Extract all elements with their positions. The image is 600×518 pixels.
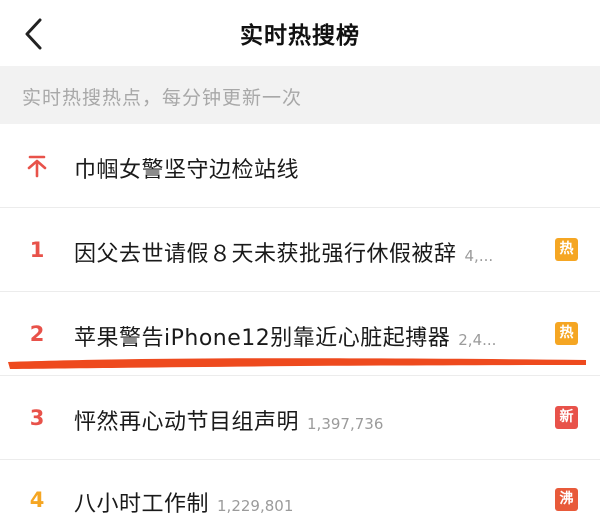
list-item-pinned[interactable]: 巾帼女警坚守边检站线 xyxy=(0,124,600,208)
topic-text: 八小时工作制 xyxy=(74,492,210,517)
heat-count: 1,397,736 xyxy=(307,415,384,433)
topic-text: 苹果警告iPhone12别靠近心脏起搏器 xyxy=(74,326,451,351)
heat-count: 1,229,801 xyxy=(217,497,294,515)
annotation-underline xyxy=(8,358,586,369)
update-notice-text: 实时热搜热点，每分钟更新一次 xyxy=(22,87,303,109)
heat-count: 2,4... xyxy=(458,331,497,349)
pin-top-icon xyxy=(27,155,47,178)
update-notice-bar: 实时热搜热点，每分钟更新一次 xyxy=(0,66,600,124)
topic-title: 怦然再心动节目组声明 1,397,736 xyxy=(74,404,383,436)
hot-badge: 热 xyxy=(555,322,578,345)
topic-text: 怦然再心动节目组声明 xyxy=(74,410,300,435)
hot-badge: 热 xyxy=(555,238,578,261)
rank-number: 4 xyxy=(29,488,45,512)
heat-count: 4,... xyxy=(464,247,494,265)
topic-text: 因父去世请假８天未获批强行休假被辞 xyxy=(74,242,457,267)
list-item-rank-3[interactable]: 3 怦然再心动节目组声明 1,397,736 新 xyxy=(0,376,600,460)
page-title: 实时热搜榜 xyxy=(240,23,360,49)
list-item-rank-1[interactable]: 1 因父去世请假８天未获批强行休假被辞 4,... 热 xyxy=(0,208,600,292)
rank-number: 3 xyxy=(29,406,45,430)
new-badge: 新 xyxy=(555,406,578,429)
topic-title: 苹果警告iPhone12别靠近心脏起搏器 2,4... xyxy=(74,320,496,352)
list-item-rank-4[interactable]: 4 八小时工作制 1,229,801 沸 xyxy=(0,460,600,518)
topic-title: 因父去世请假８天未获批强行休假被辞 4,... xyxy=(74,236,493,268)
boiling-badge: 沸 xyxy=(555,488,578,511)
rank-number: 1 xyxy=(29,238,45,262)
topic-title: 八小时工作制 1,229,801 xyxy=(74,486,293,518)
rank-number: 2 xyxy=(29,322,45,346)
top-nav-bar: 实时热搜榜 xyxy=(0,0,600,66)
topic-title: 巾帼女警坚守边检站线 xyxy=(74,158,300,183)
